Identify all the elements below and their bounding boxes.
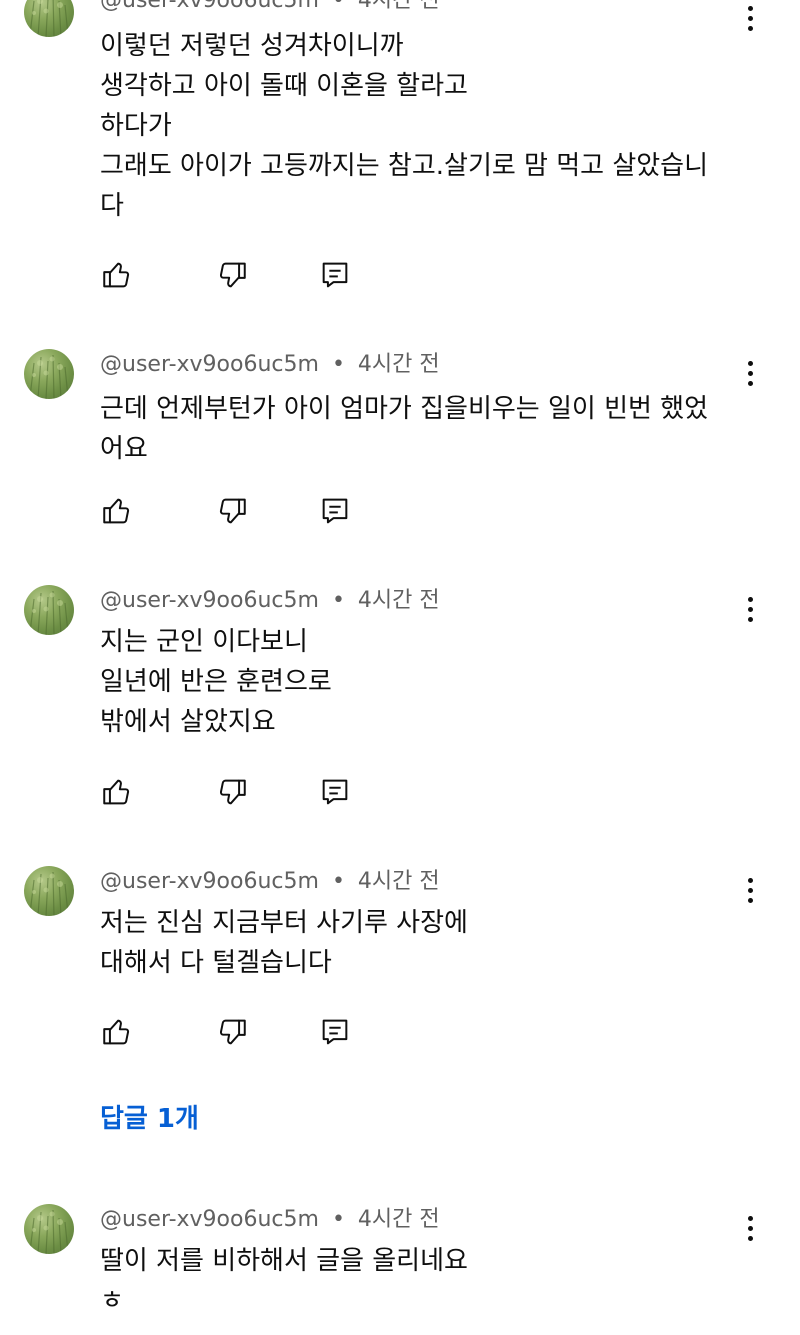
meta-separator: •	[331, 588, 345, 613]
comment-time: 4시간 전	[357, 352, 440, 377]
dislike-icon[interactable]	[215, 258, 249, 292]
like-icon[interactable]	[100, 1015, 134, 1049]
comment-time: 4시간 전	[357, 1207, 440, 1232]
reply-icon[interactable]	[318, 1015, 352, 1049]
avatar[interactable]	[24, 0, 74, 37]
comment-line: 그래도 아이가 고등까지는 참고.살기로 맘 먹고 살았습니	[100, 151, 709, 181]
comment-meta: @user-xv9oo6uc5m • 4시간 전	[100, 0, 440, 16]
comment-time: 4시간 전	[357, 869, 440, 894]
meta-separator: •	[331, 1207, 345, 1232]
dislike-icon[interactable]	[215, 494, 249, 528]
comment-line: 어요	[100, 434, 148, 464]
comment-text: 저는 진심 지금부터 사기루 사장에 대해서 다 털겔습니다	[100, 903, 740, 983]
comment-text: 지는 군인 이다보니 일년에 반은 훈련으로 밖에서 살았지요	[100, 622, 740, 742]
comment-line: 근데 언제부턴가 아이 엄마가 집을비우는 일이 빈번 했었	[100, 394, 709, 424]
more-vert-icon[interactable]	[736, 0, 764, 38]
reply-icon[interactable]	[318, 258, 352, 292]
meta-separator: •	[331, 869, 345, 894]
author-name[interactable]: @user-xv9oo6uc5m	[100, 1207, 319, 1232]
author-name[interactable]: @user-xv9oo6uc5m	[100, 588, 319, 613]
like-icon[interactable]	[100, 258, 134, 292]
more-vert-icon[interactable]	[736, 589, 764, 629]
more-vert-icon[interactable]	[736, 870, 764, 910]
more-vert-icon[interactable]	[736, 1208, 764, 1248]
reply-icon[interactable]	[318, 494, 352, 528]
like-icon[interactable]	[100, 494, 134, 528]
comment-line: ㅎ	[100, 1286, 124, 1316]
avatar[interactable]	[24, 866, 74, 916]
more-vert-icon[interactable]	[736, 353, 764, 393]
comment-meta: @user-xv9oo6uc5m • 4시간 전	[100, 586, 440, 616]
dislike-icon[interactable]	[215, 775, 249, 809]
comment-meta: @user-xv9oo6uc5m • 4시간 전	[100, 350, 440, 380]
comment-line: 딸이 저를 비하해서 글을 올리네요	[100, 1246, 468, 1276]
comment-line: 이렇던 저렇던 성겨차이니까	[100, 31, 404, 61]
comment-meta: @user-xv9oo6uc5m • 4시간 전	[100, 1205, 440, 1235]
comment-time: 4시간 전	[357, 588, 440, 613]
avatar[interactable]	[24, 349, 74, 399]
comment-line: 대해서 다 털겔습니다	[100, 948, 332, 978]
comment-line: 지는 군인 이다보니	[100, 627, 308, 657]
avatar[interactable]	[24, 585, 74, 635]
comment-time: 4시간 전	[357, 0, 440, 13]
reply-icon[interactable]	[318, 775, 352, 809]
comment-line: 밖에서 살았지요	[100, 707, 276, 737]
comment-line: 생각하고 아이 돌때 이혼을 할라고	[100, 71, 468, 101]
comment-line: 다	[100, 191, 124, 221]
replies-toggle-link[interactable]: 답글 1개	[100, 1101, 199, 1137]
comment-text: 이렇던 저렇던 성겨차이니까 생각하고 아이 돌때 이혼을 할라고 하다가 그래…	[100, 26, 740, 226]
author-name[interactable]: @user-xv9oo6uc5m	[100, 869, 319, 894]
comment-text: 근데 언제부턴가 아이 엄마가 집을비우는 일이 빈번 했었 어요	[100, 389, 740, 469]
avatar[interactable]	[24, 1204, 74, 1254]
author-name[interactable]: @user-xv9oo6uc5m	[100, 0, 319, 13]
comment-meta: @user-xv9oo6uc5m • 4시간 전	[100, 867, 440, 897]
comment-line: 하다가	[100, 111, 172, 141]
comment-line: 저는 진심 지금부터 사기루 사장에	[100, 908, 468, 938]
dislike-icon[interactable]	[215, 1015, 249, 1049]
author-name[interactable]: @user-xv9oo6uc5m	[100, 352, 319, 377]
meta-separator: •	[331, 352, 345, 377]
comment-text: 딸이 저를 비하해서 글을 올리네요 ㅎ	[100, 1241, 740, 1321]
comment-line: 일년에 반은 훈련으로	[100, 667, 332, 697]
meta-separator: •	[331, 0, 345, 13]
like-icon[interactable]	[100, 775, 134, 809]
